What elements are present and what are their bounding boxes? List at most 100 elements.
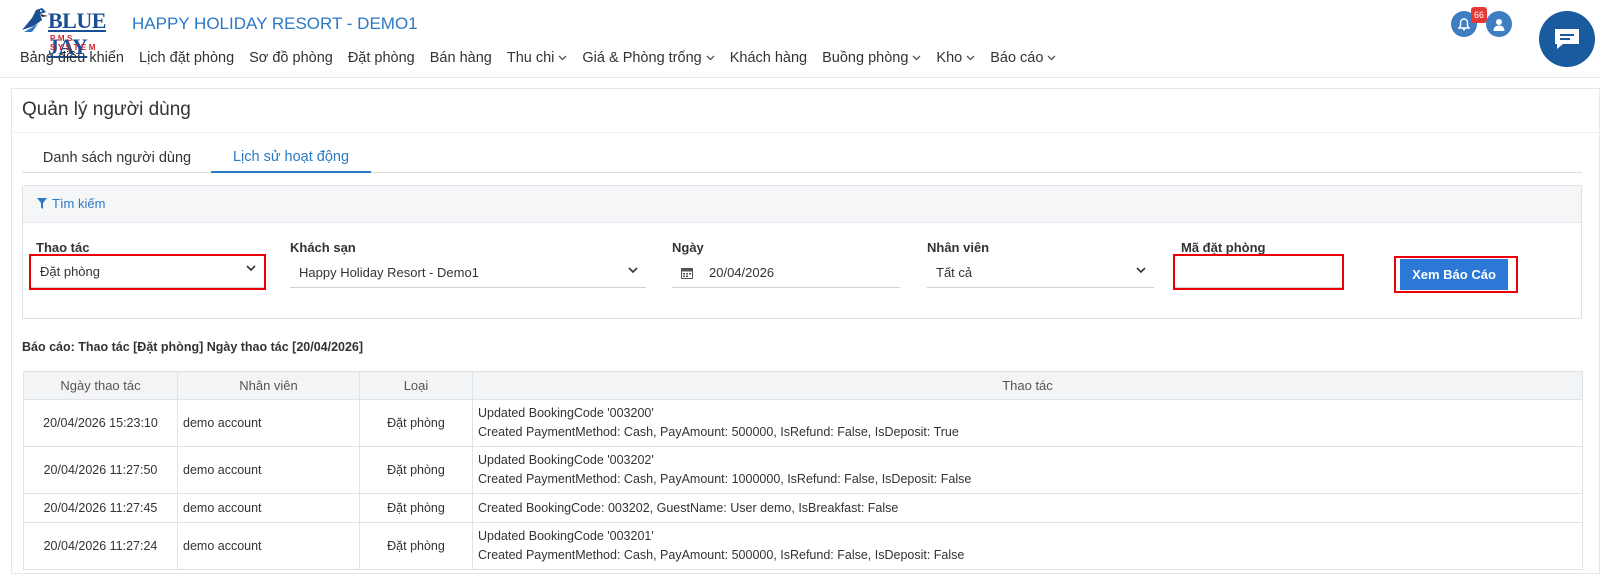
date-input[interactable]: 20/04/2026 — [672, 258, 900, 288]
search-panel: Tìm kiếm — [22, 185, 1582, 319]
menu-item-customers[interactable]: Khách hàng — [730, 50, 807, 66]
menu-label: Thu chi — [506, 50, 555, 66]
user-icon — [1493, 18, 1505, 31]
menu-label: Báo cáo — [990, 50, 1044, 66]
action-line: Created PaymentMethod: Cash, PayAmount: … — [478, 425, 959, 439]
menu-label: Bán hàng — [429, 50, 492, 66]
cell-type: Đặt phòng — [359, 446, 473, 494]
cell-date: 20/04/2026 11:27:24 — [23, 522, 178, 570]
hotel-label: Khách sạn — [290, 240, 356, 255]
cell-date: 20/04/2026 11:27:45 — [23, 493, 178, 523]
menu-label: Bảng điều khiển — [20, 50, 124, 66]
table-row[interactable]: 20/04/2026 11:27:24 demo account Đặt phò… — [23, 522, 1583, 570]
menu-item-room-map[interactable]: Sơ đồ phòng — [249, 50, 333, 66]
cell-action: Updated BookingCode '003201' Created Pay… — [472, 522, 1583, 570]
cell-action: Created BookingCode: 003202, GuestName: … — [472, 493, 1583, 523]
menu-item-reports[interactable]: Báo cáo — [990, 50, 1056, 66]
tab-bar: Danh sách người dùng Lịch sử hoạt động — [22, 143, 1582, 173]
calendar-icon — [681, 267, 693, 279]
menu-item-booking-calendar[interactable]: Lịch đặt phòng — [139, 50, 234, 66]
chevron-down-icon — [706, 55, 715, 61]
logo[interactable]: BLUE JAY PMS SYSTEM — [20, 6, 120, 59]
divider — [11, 132, 1600, 133]
table-row[interactable]: 20/04/2026 11:27:45 demo account Đặt phò… — [23, 493, 1583, 523]
menu-item-sales[interactable]: Bán hàng — [430, 50, 492, 66]
column-header[interactable]: Loại — [359, 371, 473, 400]
menu-item-rates-availability[interactable]: Giá & Phòng trống — [582, 50, 715, 66]
staff-select-value: Tất cả — [936, 265, 973, 280]
column-header[interactable]: Thao tác — [472, 371, 1583, 400]
menu-label: Buồng phòng — [822, 50, 909, 66]
chat-icon — [1555, 29, 1579, 49]
menu-label: Khách hàng — [729, 50, 808, 66]
page-title: Quản lý người dùng — [22, 99, 191, 120]
action-line: Updated BookingCode '003202' — [478, 453, 654, 467]
booking-code-input[interactable] — [1173, 254, 1344, 290]
cell-date: 20/04/2026 11:27:50 — [23, 446, 178, 494]
booking-code-label: Mã đặt phòng — [1181, 240, 1266, 255]
column-header[interactable]: Nhân viên — [177, 371, 360, 400]
view-report-button[interactable]: Xem Báo Cáo — [1400, 259, 1508, 290]
menu-label: Sơ đồ phòng — [249, 50, 333, 66]
staff-label: Nhân viên — [927, 240, 990, 255]
cell-action: Updated BookingCode '003202' Created Pay… — [472, 446, 1583, 494]
user-menu-button[interactable] — [1486, 11, 1512, 37]
menu-label: Kho — [936, 50, 963, 66]
cell-date: 20/04/2026 15:23:10 — [23, 399, 178, 447]
chevron-down-icon — [558, 55, 567, 61]
menu-label: Lịch đặt phòng — [139, 50, 235, 66]
action-line: Updated BookingCode '003201' — [478, 529, 654, 543]
app-title: HAPPY HOLIDAY RESORT - DEMO1 — [132, 14, 418, 33]
date-input-value: 20/04/2026 — [709, 265, 775, 280]
menu-label: Đặt phòng — [347, 50, 415, 66]
table-row[interactable]: 20/04/2026 15:23:10 demo account Đặt phò… — [23, 399, 1583, 447]
hotel-select-value: Happy Holiday Resort - Demo1 — [299, 265, 479, 280]
search-header-text: Tìm kiếm — [52, 196, 106, 211]
chevron-down-icon — [912, 55, 921, 61]
hotel-select[interactable]: Happy Holiday Resort - Demo1 — [290, 258, 646, 288]
action-line: Updated BookingCode '003200' — [478, 406, 654, 420]
menu-label: Giá & Phòng trống — [582, 50, 702, 66]
bluejay-bird-icon — [22, 8, 48, 32]
cell-staff: demo account — [177, 399, 360, 447]
menu-item-warehouse[interactable]: Kho — [936, 50, 975, 66]
table-header-row: Ngày thao tác Nhân viên Loại Thao tác — [23, 371, 1583, 400]
cell-staff: demo account — [177, 522, 360, 570]
search-header-label: Tìm kiếm — [37, 196, 105, 211]
top-header: BLUE JAY PMS SYSTEM HAPPY HOLIDAY RESORT… — [0, 0, 1600, 78]
cell-action: Updated BookingCode '003200' Created Pay… — [472, 399, 1583, 447]
menu-item-housekeeping[interactable]: Buồng phòng — [822, 50, 921, 66]
cell-type: Đặt phòng — [359, 493, 473, 523]
filter-icon — [37, 198, 47, 209]
search-panel-header[interactable]: Tìm kiếm — [23, 186, 1581, 223]
chevron-down-icon — [628, 267, 638, 274]
action-select-value: Đặt phòng — [40, 264, 100, 279]
bell-icon — [1458, 17, 1470, 31]
tab-activity-history[interactable]: Lịch sử hoạt động — [211, 143, 371, 173]
action-label: Thao tác — [36, 240, 90, 255]
chat-button[interactable] — [1539, 11, 1595, 67]
action-line: Created BookingCode: 003202, GuestName: … — [478, 500, 899, 515]
table-row[interactable]: 20/04/2026 11:27:50 demo account Đặt phò… — [23, 446, 1583, 494]
notification-count-badge: 66 — [1471, 7, 1487, 23]
cell-staff: demo account — [177, 493, 360, 523]
menu-item-booking[interactable]: Đặt phòng — [348, 50, 415, 66]
cell-staff: demo account — [177, 446, 360, 494]
staff-select[interactable]: Tất cả — [927, 258, 1154, 288]
chevron-down-icon — [1047, 55, 1056, 61]
tab-user-list[interactable]: Danh sách người dùng — [22, 143, 212, 173]
chevron-down-icon — [1136, 267, 1146, 274]
chevron-down-icon — [966, 55, 975, 61]
column-header[interactable]: Ngày thao tác — [23, 371, 178, 400]
date-label: Ngày — [672, 240, 704, 255]
cell-type: Đặt phòng — [359, 399, 473, 447]
report-caption: Báo cáo: Thao tác [Đặt phòng] Ngày thao … — [22, 340, 364, 354]
main-menu: Bảng điều khiển Lịch đặt phòng Sơ đồ phò… — [20, 50, 1071, 66]
action-select[interactable]: Đặt phòng — [29, 254, 266, 290]
chevron-down-icon — [246, 265, 256, 272]
menu-item-dashboard[interactable]: Bảng điều khiển — [20, 50, 124, 66]
action-line: Created PaymentMethod: Cash, PayAmount: … — [478, 472, 972, 486]
menu-item-income-expense[interactable]: Thu chi — [507, 50, 568, 66]
action-line: Created PaymentMethod: Cash, PayAmount: … — [478, 548, 965, 562]
cell-type: Đặt phòng — [359, 522, 473, 570]
